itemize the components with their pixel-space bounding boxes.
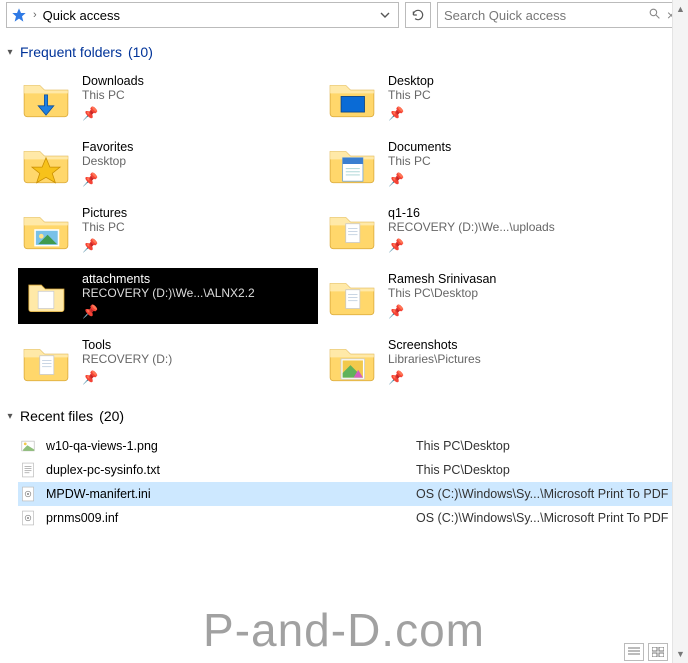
breadcrumb-current[interactable]: Quick access	[43, 8, 120, 23]
folder-path: RECOVERY (D:)\We...\ALNX2.2	[82, 286, 255, 300]
refresh-button[interactable]	[405, 2, 431, 28]
folder-icon	[326, 138, 378, 190]
quick-access-star-icon	[11, 7, 27, 23]
folder-path: This PC	[82, 220, 127, 234]
file-path: OS (C:)\Windows\Sy...\Microsoft Print To…	[416, 511, 668, 525]
folder-item[interactable]: Desktop This PC 📌	[324, 70, 664, 126]
folder-item[interactable]: Favorites Desktop 📌	[18, 136, 318, 192]
folder-item[interactable]: q1-16 RECOVERY (D:)\We...\uploads 📌	[324, 202, 664, 258]
pin-icon: 📌	[388, 238, 404, 253]
frequent-folders-header[interactable]: ▾ Frequent folders (10)	[0, 34, 688, 66]
folder-name: Pictures	[82, 206, 127, 220]
watermark-text: P-and-D.com	[0, 603, 688, 657]
pin-icon: 📌	[388, 304, 404, 319]
pin-icon: 📌	[388, 370, 404, 385]
folder-item[interactable]: Ramesh Srinivasan This PC\Desktop 📌	[324, 268, 664, 324]
details-view-icon[interactable]	[624, 643, 644, 661]
folder-name: Desktop	[388, 74, 434, 88]
folder-icon	[326, 270, 378, 322]
folder-name: Ramesh Srinivasan	[388, 272, 496, 286]
recent-files-count: (20)	[99, 408, 124, 424]
folder-item[interactable]: attachments RECOVERY (D:)\We...\ALNX2.2 …	[18, 268, 318, 324]
folder-path: This PC	[388, 154, 451, 168]
chevron-down-icon[interactable]: ▾	[4, 411, 16, 422]
folder-icon	[326, 72, 378, 124]
search-icon	[648, 7, 661, 23]
folder-icon	[20, 336, 72, 388]
recent-files-label: Recent files	[20, 408, 93, 424]
folder-path: RECOVERY (D:)	[82, 352, 172, 366]
file-icon	[18, 484, 38, 504]
folder-item[interactable]: Tools RECOVERY (D:) 📌	[18, 334, 318, 390]
folder-icon	[20, 72, 72, 124]
file-name: w10-qa-views-1.png	[46, 439, 416, 453]
folder-path: Libraries\Pictures	[388, 352, 481, 366]
address-dropdown-icon[interactable]	[376, 3, 394, 27]
pin-icon: 📌	[388, 172, 404, 187]
recent-file-row[interactable]: prnms009.inf OS (C:)\Windows\Sy...\Micro…	[18, 506, 678, 530]
folder-item[interactable]: Pictures This PC 📌	[18, 202, 318, 258]
recent-files-header[interactable]: ▾ Recent files (20)	[0, 398, 688, 430]
scroll-up-icon[interactable]: ▲	[673, 0, 688, 18]
pin-icon: 📌	[82, 238, 98, 253]
recent-file-row[interactable]: MPDW-manifert.ini OS (C:)\Windows\Sy...\…	[18, 482, 678, 506]
folder-path: This PC	[388, 88, 434, 102]
folder-name: Tools	[82, 338, 172, 352]
folder-item[interactable]: Screenshots Libraries\Pictures 📌	[324, 334, 664, 390]
folder-path: This PC	[82, 88, 144, 102]
pin-icon: 📌	[82, 172, 98, 187]
recent-file-row[interactable]: duplex-pc-sysinfo.txt This PC\Desktop	[18, 458, 678, 482]
folder-icon	[20, 270, 72, 322]
folder-name: attachments	[82, 272, 255, 286]
folder-icon	[20, 138, 72, 190]
breadcrumb-separator: ›	[33, 9, 37, 21]
file-name: prnms009.inf	[46, 511, 416, 525]
file-icon	[18, 436, 38, 456]
vertical-scrollbar[interactable]: ▲ ▼	[672, 0, 688, 663]
pin-icon: 📌	[388, 106, 404, 121]
file-name: duplex-pc-sysinfo.txt	[46, 463, 416, 477]
thumbnails-view-icon[interactable]	[648, 643, 668, 661]
chevron-down-icon[interactable]: ▾	[4, 47, 16, 58]
file-path: This PC\Desktop	[416, 463, 510, 477]
file-name: MPDW-manifert.ini	[46, 487, 416, 501]
address-bar[interactable]: › Quick access	[6, 2, 399, 28]
file-icon	[18, 508, 38, 528]
pin-icon: 📌	[82, 106, 98, 121]
folder-name: Documents	[388, 140, 451, 154]
folder-icon	[326, 204, 378, 256]
folder-item[interactable]: Documents This PC 📌	[324, 136, 664, 192]
folder-name: Screenshots	[388, 338, 481, 352]
folder-item[interactable]: Downloads This PC 📌	[18, 70, 318, 126]
folder-path: Desktop	[82, 154, 133, 168]
file-path: This PC\Desktop	[416, 439, 510, 453]
frequent-folders-count: (10)	[128, 44, 153, 60]
pin-icon: 📌	[82, 304, 98, 319]
folder-path: This PC\Desktop	[388, 286, 496, 300]
file-path: OS (C:)\Windows\Sy...\Microsoft Print To…	[416, 487, 668, 501]
folder-name: q1-16	[388, 206, 555, 220]
search-input[interactable]: Search Quick access ×	[437, 2, 682, 28]
folder-name: Favorites	[82, 140, 133, 154]
pin-icon: 📌	[82, 370, 98, 385]
frequent-folders-label: Frequent folders	[20, 44, 122, 60]
search-placeholder: Search Quick access	[444, 8, 642, 23]
scroll-down-icon[interactable]: ▼	[673, 645, 688, 663]
folder-path: RECOVERY (D:)\We...\uploads	[388, 220, 555, 234]
recent-file-row[interactable]: w10-qa-views-1.png This PC\Desktop	[18, 434, 678, 458]
folder-icon	[326, 336, 378, 388]
folder-name: Downloads	[82, 74, 144, 88]
folder-icon	[20, 204, 72, 256]
file-icon	[18, 460, 38, 480]
